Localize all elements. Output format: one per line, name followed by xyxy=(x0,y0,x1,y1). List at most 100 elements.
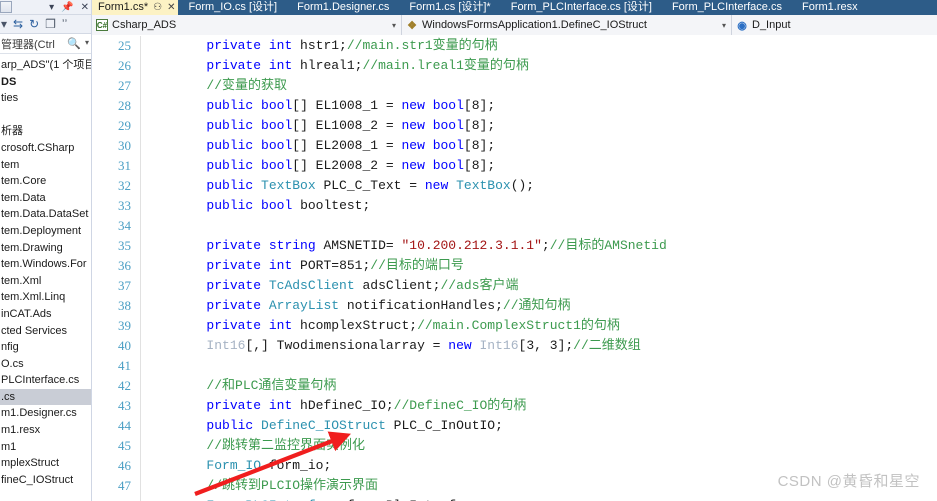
tree-item[interactable]: tem xyxy=(0,157,91,174)
editor-tab[interactable]: Form_PLCInterface.cs xyxy=(662,0,792,15)
code-line[interactable]: private int PORT=851;//目标的端口号 xyxy=(144,256,937,276)
tree-item[interactable]: .cs xyxy=(0,388,91,406)
code-token: 3 xyxy=(526,338,535,353)
refresh-icon[interactable]: ↻ xyxy=(29,18,39,30)
tree-item[interactable]: inCAT.Ads xyxy=(0,306,91,323)
line-number: 39 xyxy=(118,318,131,333)
code-token: int xyxy=(268,38,293,53)
search-icon[interactable]: 🔍 xyxy=(67,37,81,50)
tree-item[interactable]: ties xyxy=(0,90,91,107)
tree-item[interactable]: tem.Deployment xyxy=(0,223,91,240)
tree-item[interactable]: m1.Designer.cs xyxy=(0,405,91,422)
code-line[interactable]: private int hlreal1;//main.lreal1变量的句柄 xyxy=(144,56,937,76)
sync-with-active-document-icon[interactable]: ⇆ xyxy=(13,18,23,30)
editor-tab[interactable]: Form1.Designer.cs xyxy=(287,0,399,15)
code-token: ]; xyxy=(479,98,496,113)
code-line[interactable]: public DefineC_IOStruct PLC_C_InOutIO; xyxy=(144,416,937,436)
tree-item[interactable]: fineC_IOStruct xyxy=(0,472,91,489)
close-icon[interactable]: ✕ xyxy=(81,0,89,15)
tree-item[interactable]: arp_ADS"(1 个项目 xyxy=(0,57,91,74)
chevron-down-icon[interactable]: ▾ xyxy=(716,21,731,30)
editor-tab[interactable]: Form1.cs* ⚇ ✕ xyxy=(92,0,179,15)
editor-tab[interactable]: Form1.cs [设计]* xyxy=(399,0,500,15)
chevron-down-icon[interactable]: ▾ xyxy=(386,21,401,30)
code-token: hstr1; xyxy=(292,38,347,53)
tree-item[interactable]: tem.Windows.For xyxy=(0,256,91,273)
code-line[interactable]: private ArrayList notificationHandles;//… xyxy=(144,296,937,316)
code-line[interactable]: //跳转第二监控界面实例化 xyxy=(144,436,937,456)
close-icon[interactable]: ✕ xyxy=(167,0,175,15)
code-line[interactable]: Int16[,] Twodimensionalarray = new Int16… xyxy=(144,336,937,356)
line-number-gutter: 25 26 27 28 29 30 31 32 33 34 35 36 37 38 39 40 41 42 43 44… xyxy=(92,36,140,501)
code-line[interactable]: private TcAdsClient adsClient;//ads客户端 xyxy=(144,276,937,296)
tree-item[interactable]: 析器 xyxy=(0,123,91,140)
navbar-type-dropdown[interactable]: ❖ WindowsFormsApplication1.DefineC_IOStr… xyxy=(402,15,732,35)
tree-item[interactable]: PLCInterface.cs xyxy=(0,372,91,389)
tree-item[interactable]: tem.Drawing xyxy=(0,240,91,257)
tree-item[interactable]: m1.resx xyxy=(0,422,91,439)
code-line[interactable]: public bool[] EL1008_2 = new bool[8]; xyxy=(144,116,937,136)
chevron-down-icon[interactable]: ▾ xyxy=(85,38,89,47)
search-input-label: 管理器(Ctrl xyxy=(1,38,55,51)
code-token: hcomplexStruct; xyxy=(292,318,418,333)
tree-item[interactable]: tem.Xml xyxy=(0,273,91,290)
code-token: private xyxy=(206,258,262,273)
code-line[interactable]: public bool[] EL1008_1 = new bool[8]; xyxy=(144,96,937,116)
code-token: Form_IO xyxy=(206,458,262,473)
tree-item[interactable]: tem.Core xyxy=(0,173,91,190)
editor-tab[interactable]: Form_PLCInterface.cs [设计] xyxy=(501,0,662,15)
code-editor[interactable]: 25 26 27 28 29 30 31 32 33 34 35 36 37 38 39 40 41 42 43 44… xyxy=(92,36,937,501)
editor-tab[interactable]: Form_IO.cs [设计] xyxy=(178,0,287,15)
code-line[interactable]: public TextBox PLC_C_Text = new TextBox(… xyxy=(144,176,937,196)
back-chevron-icon[interactable]: ▾ xyxy=(1,18,7,30)
code-line[interactable]: private int hDefineC_IO;//DefineC_IO的句柄 xyxy=(144,396,937,416)
code-line[interactable]: private int hcomplexStruct;//main.Comple… xyxy=(144,316,937,336)
solution-explorer-search[interactable]: 管理器(Ctrl 🔍 ▾ xyxy=(0,34,91,54)
code-token: [ xyxy=(463,158,472,173)
code-token: //二维数组 xyxy=(573,338,641,353)
tree-item[interactable]: cted Services xyxy=(0,323,91,340)
code-token: "10.200.212.3.1.1" xyxy=(401,238,542,253)
navbar-project-dropdown[interactable]: C# Csharp_ADS ▾ xyxy=(92,15,402,35)
editor-tab-label: Form_IO.cs [设计] xyxy=(188,1,278,13)
struct-icon: ❖ xyxy=(407,19,417,32)
code-text[interactable]: private int hstr1;//main.str1变量的句柄 priva… xyxy=(144,36,937,501)
pin-icon[interactable]: 📌 xyxy=(61,0,73,15)
tree-item[interactable]: crosoft.CSharp xyxy=(0,140,91,157)
tree-item[interactable]: nfig xyxy=(0,339,91,356)
navbar-member-dropdown[interactable]: ◉ D_Input xyxy=(732,15,937,35)
code-line[interactable]: public bool[] EL2008_1 = new bool[8]; xyxy=(144,136,937,156)
line-number: 31 xyxy=(118,158,131,173)
editor-tab-label: Form1.cs [设计]* xyxy=(409,1,491,13)
tree-item[interactable]: tem.Xml.Linq xyxy=(0,289,91,306)
pin-icon[interactable]: ⚇ xyxy=(153,0,162,15)
code-token: new xyxy=(401,118,425,133)
tree-item[interactable]: tem.Data.DataSet xyxy=(0,206,91,223)
tree-item[interactable]: O.cs xyxy=(0,356,91,373)
tree-item[interactable]: m1 xyxy=(0,439,91,456)
chevron-down-icon[interactable]: ▾ xyxy=(49,0,54,15)
editor-tab[interactable]: Form1.resx xyxy=(792,0,868,15)
code-line[interactable]: private int hstr1;//main.str1变量的句柄 xyxy=(144,36,937,56)
line-number: 36 xyxy=(118,258,131,273)
properties-window-icon[interactable]: ❒ xyxy=(45,18,56,30)
toolbar-overflow-icon[interactable]: ʼʼ xyxy=(62,18,67,30)
code-line[interactable] xyxy=(144,216,937,236)
code-line[interactable] xyxy=(144,356,937,376)
line-number: 44 xyxy=(118,418,131,433)
code-line[interactable]: public bool[] EL2008_2 = new bool[8]; xyxy=(144,156,937,176)
code-line[interactable]: private string AMSNETID= "10.200.212.3.1… xyxy=(144,236,937,256)
code-token: hlreal1; xyxy=(292,58,363,73)
editor-tab-label: Form1.resx xyxy=(801,1,858,13)
code-line[interactable]: //变量的获取 xyxy=(144,76,937,96)
code-line[interactable]: //和PLC通信变量句柄 xyxy=(144,376,937,396)
code-line[interactable]: public bool booltest; xyxy=(144,196,937,216)
code-line[interactable]: Form_PLCInterface form_PlcInterface; xyxy=(144,496,937,501)
tree-item[interactable]: DS xyxy=(0,74,91,91)
tree-item[interactable]: tem.Data xyxy=(0,190,91,207)
tree-item[interactable]: mplexStruct xyxy=(0,455,91,472)
